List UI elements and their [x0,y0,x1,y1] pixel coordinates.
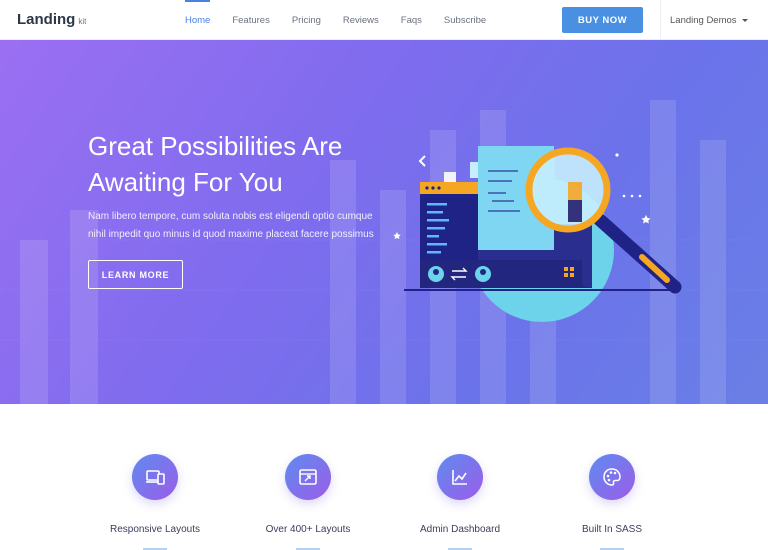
devices-icon [146,470,165,485]
chart-line-icon [452,470,467,485]
feature-label: Admin Dashboard [419,524,501,535]
nav-link-home[interactable]: Home [174,0,221,40]
buy-now-button[interactable]: BUY NOW [562,7,643,33]
search-documents-illustration [393,146,682,322]
brand-name: Landing [17,11,76,28]
caret-down-icon [741,18,748,22]
nav-link-reviews[interactable]: Reviews [332,0,390,40]
learn-more-button[interactable]: LEARN MORE [88,260,183,289]
nav-link-features[interactable]: Features [221,0,281,40]
feature-icon-circle [437,454,483,500]
feature-icon-circle [589,454,635,500]
landing-demos-label: Landing Demos [670,14,737,26]
features-section: Responsive Layouts Over 400+ Layouts Adm… [0,404,768,550]
feature-label: Built In SASS [581,524,643,535]
hero-title-line-1: Great Possibilities Are [88,131,343,161]
hero-title-line-2: Awaiting For You [88,167,283,197]
hero-description-line-1: Nam libero tempore, cum soluta nobis est… [88,211,373,222]
brand-logo[interactable]: Landing kit [17,11,86,28]
nav-link-pricing[interactable]: Pricing [281,0,332,40]
feature-label: Over 400+ Layouts [265,524,351,535]
nav-link-faqs[interactable]: Faqs [390,0,433,40]
nav-link-subscribe[interactable]: Subscribe [433,0,497,40]
layout-window-icon [299,469,317,485]
feature-label: Responsive Layouts [109,524,201,535]
feature-icon-circle [285,454,331,500]
hero-title: Great Possibilities Are Awaiting For You [88,128,408,200]
hero-description: Nam libero tempore, cum soluta nobis est… [88,208,388,244]
feature-responsive-layouts[interactable]: Responsive Layouts [80,454,230,550]
feature-icon-circle [132,454,178,500]
brand-subtitle: kit [78,17,87,26]
feature-admin-dashboard[interactable]: Admin Dashboard [385,454,535,550]
nav-divider [660,0,661,40]
palette-icon [603,468,621,486]
landing-demos-dropdown[interactable]: Landing Demos [670,0,748,40]
feature-over-400-layouts[interactable]: Over 400+ Layouts [233,454,383,550]
hero-section: Great Possibilities Are Awaiting For You… [0,40,768,404]
feature-built-in-sass[interactable]: Built In SASS [537,454,687,550]
top-navbar: Landing kit Home Features Pricing Review… [0,0,768,40]
hero-description-line-2: nihil impedit quo minus id quod maxime p… [88,229,374,240]
nav-links: Home Features Pricing Reviews Faqs Subsc… [174,0,497,40]
